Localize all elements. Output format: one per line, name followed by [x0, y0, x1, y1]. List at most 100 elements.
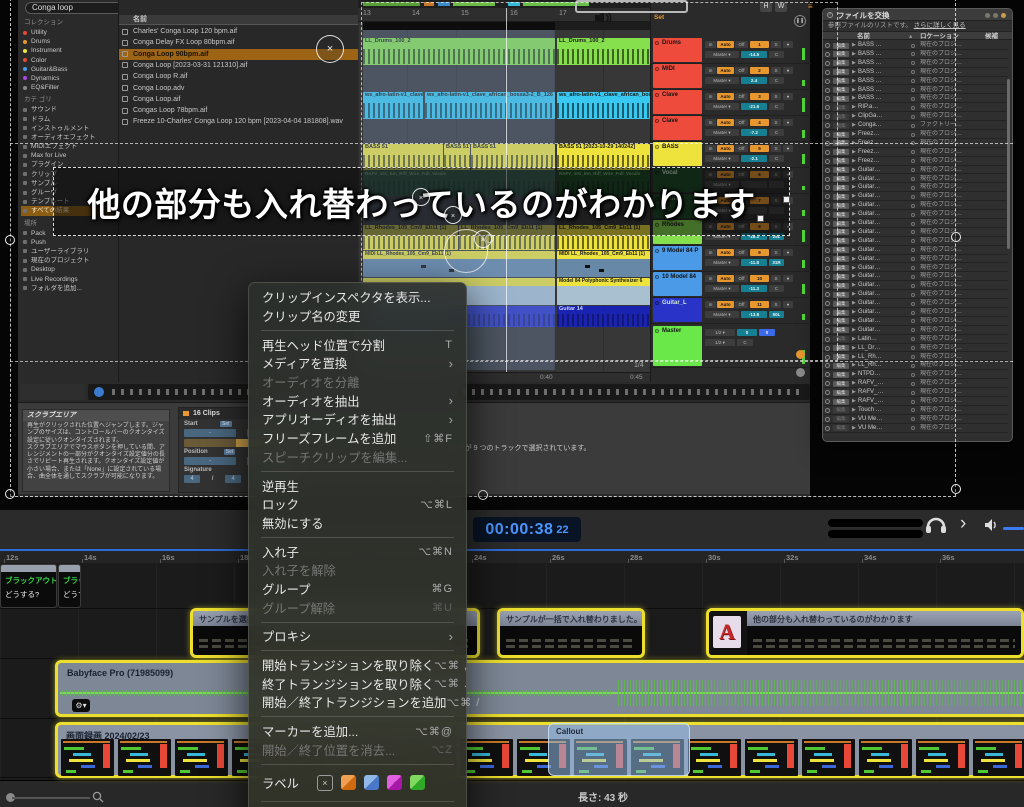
menu-item[interactable]: クリップ名の変更 — [249, 307, 466, 326]
menu-shortcut: ⌘U — [432, 601, 453, 614]
ruler-tick-label: 34s — [864, 553, 877, 562]
caption-clip[interactable]: サンプルが一括で入れ替わりました。 — [497, 608, 645, 658]
subtitle-resize-handle[interactable] — [783, 196, 790, 203]
label-color-swatch[interactable] — [387, 775, 402, 790]
audio-clip[interactable]: Babyface Pro (71985099) ⚙▾ — [55, 660, 1024, 717]
caption-clip-blackout-2[interactable]: ブラックアウト どうする? — [58, 564, 81, 608]
submenu-arrow-icon: › — [449, 629, 453, 644]
caption-icon-box: A — [709, 611, 747, 655]
menu-item[interactable]: 再生ヘッド位置で分割T — [249, 335, 466, 354]
menu-item[interactable]: アプリオーディオを抽出› — [249, 410, 466, 429]
zoom-slider-track[interactable] — [12, 797, 90, 799]
menu-item[interactable]: オーディオを抽出› — [249, 391, 466, 410]
menu-item-text: 開始／終了トランジションを追加 — [262, 693, 446, 711]
clip-header — [1, 565, 56, 572]
menu-item-text: プロキシ — [262, 627, 311, 645]
video-thumbnail — [460, 739, 513, 776]
speaker-icon[interactable] — [984, 518, 1000, 537]
lane-separator — [0, 658, 1024, 659]
clip-title: ブラックアウト — [1, 572, 56, 586]
caption-clip-blackout[interactable]: ブラックアウト どうする? — [0, 564, 57, 608]
menu-separator — [261, 650, 454, 651]
menu-item: スピーチクリップを編集... — [249, 448, 466, 467]
selection-handle[interactable] — [951, 232, 961, 242]
menu-item-text: スピーチクリップを編集... — [262, 448, 408, 466]
callout-clip[interactable]: Callout — [548, 723, 690, 776]
clip-title: ブラックアウト — [59, 572, 80, 586]
close-circle-marker[interactable]: × — [316, 35, 344, 63]
menu-item[interactable]: 終了トランジションを取り除く⌥⌘ . — [249, 674, 466, 693]
selection-handle[interactable] — [478, 490, 488, 500]
context-menu: クリップインスペクタを表示...クリップ名の変更再生ヘッド位置で分割Tメディアを… — [248, 282, 467, 807]
close-circle-marker[interactable]: × — [444, 206, 462, 224]
menu-item[interactable]: プロキシ › — [249, 627, 466, 646]
timeline-status-bar: 長さ: 43 秒 — [0, 780, 1024, 807]
video-clip[interactable]: 画面録画 2024/02/23 — [55, 722, 1024, 778]
column-candidate: 候補 — [985, 32, 998, 41]
menu-item[interactable]: 開始トランジションを取り除く⌥⌘ , — [249, 656, 466, 675]
menu-item[interactable]: フリーズフレームを追加⇧⌘F — [249, 429, 466, 448]
menu-item-text: 逆再生 — [262, 477, 299, 495]
selection-handle[interactable] — [5, 235, 15, 245]
menu-item-text: マーカーを追加... — [262, 722, 358, 740]
menu-item[interactable]: マーカーを追加... ⌥⌘@ — [249, 722, 466, 741]
menu-item[interactable]: メディアを置換› — [249, 354, 466, 373]
window-button — [993, 13, 999, 19]
audio-waveform — [618, 680, 1023, 706]
timecode-main: 00:00:38 — [485, 521, 553, 539]
close-circle-marker[interactable]: × — [412, 188, 430, 206]
menu-shortcut: ⌥⌘N — [418, 545, 453, 558]
video-thumbnail — [688, 739, 741, 776]
clip-subtitle: どうする? — [1, 586, 56, 600]
menu-separator — [261, 801, 454, 802]
label-none-swatch[interactable]: × — [317, 775, 333, 791]
caption-body-lines — [753, 645, 1015, 648]
submenu-arrow-icon: › — [449, 356, 453, 371]
screenflow-app: Conga loop コレクションUtilityDrumsInstrumentC… — [0, 0, 1024, 807]
timeline-ruler[interactable]: 12s14s16s18s20s22s24s26s28s30s32s34s36s — [0, 549, 1024, 563]
menu-item[interactable]: 開始／終了トランジションを追加⌥⌘ / — [249, 693, 466, 712]
menu-item-text: グループ解除 — [262, 599, 335, 617]
menu-shortcut: ⌥⌘@ — [415, 725, 453, 738]
menu-item-text: フリーズフレームを追加 — [262, 429, 396, 447]
caption-clip[interactable]: A他の部分も入れ替わっているのがわかります — [706, 608, 1024, 658]
menu-shortcut: ⌥⌘ . — [434, 677, 468, 690]
menu-item[interactable]: クリップインスペクタを表示... — [249, 288, 466, 307]
menu-item-text: 開始／終了位置を消去... — [262, 741, 395, 759]
menu-item-text: 再生ヘッド位置で分割 — [262, 336, 385, 354]
chevron-right-icon[interactable]: › — [960, 513, 966, 535]
caption-text: サンプルが一括で入れ替わりました。 — [500, 611, 642, 625]
selection-handle[interactable] — [5, 489, 15, 499]
timeline-tracks: ブラックアウト どうする? ブラックアウト どうする? サンプルを選択サンプルが… — [0, 563, 1024, 780]
menu-shortcut: ⌥⌘L — [420, 498, 453, 511]
menu-item[interactable]: 逆再生 — [249, 476, 466, 495]
audio-meter — [828, 530, 923, 538]
menu-shortcut: ⌥⌘ , — [434, 659, 468, 672]
video-thumbnail — [118, 739, 171, 776]
ruler-tick-label: 30s — [708, 553, 721, 562]
label-color-swatch[interactable] — [364, 775, 379, 790]
menu-item[interactable]: グループ⌘G — [249, 580, 466, 599]
gear-icon[interactable]: ⚙▾ — [72, 699, 90, 712]
close-circle-marker[interactable]: × — [474, 230, 492, 248]
ruler-tick-label: 12s — [6, 553, 19, 562]
selection-handle[interactable] — [951, 484, 961, 494]
menu-separator — [261, 716, 454, 717]
menu-item-text: 終了トランジションを取り除く — [262, 675, 434, 693]
label-color-swatch[interactable] — [341, 775, 356, 790]
timecode-display[interactable]: 00:00:38 22 — [473, 517, 581, 542]
menu-separator — [261, 622, 454, 623]
menu-item[interactable]: 無効にする — [249, 514, 466, 533]
caption-body-lines — [753, 639, 1015, 642]
menu-item[interactable]: ロック⌥⌘L — [249, 495, 466, 514]
subtitle-resize-handle[interactable] — [757, 215, 764, 222]
ruler-tick-label: 28s — [630, 553, 643, 562]
menu-item[interactable]: 入れ子⌥⌘N — [249, 542, 466, 561]
menu-separator — [261, 537, 454, 538]
volume-slider[interactable] — [1003, 527, 1024, 530]
magnifier-icon — [92, 790, 104, 807]
window-button — [1001, 13, 1007, 19]
headphone-icon[interactable] — [925, 514, 947, 539]
caption-header: サンプルが一括で入れ替わりました。 — [500, 611, 642, 626]
label-color-swatch[interactable] — [410, 775, 425, 790]
